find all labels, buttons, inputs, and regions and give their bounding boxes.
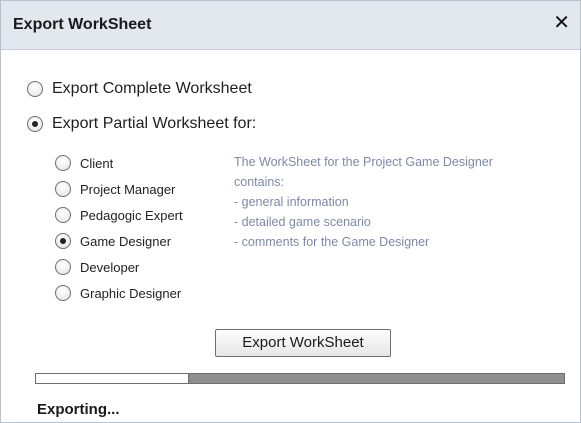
role-description: The WorkSheet for the Project Game Desig… — [234, 152, 574, 252]
export-complete-option[interactable]: Export Complete Worksheet — [27, 80, 252, 98]
role-radio-client[interactable] — [55, 155, 71, 171]
role-radio-project-manager[interactable] — [55, 181, 71, 197]
description-line: The WorkSheet for the Project Game Desig… — [234, 155, 493, 169]
role-option-developer[interactable]: Developer — [55, 259, 139, 275]
export-progress-bar — [35, 373, 565, 384]
export-complete-radio[interactable] — [27, 81, 43, 97]
dialog-title-bar: Export WorkSheet ✕ — [1, 1, 580, 50]
export-partial-option[interactable]: Export Partial Worksheet for: — [27, 115, 256, 133]
role-option-pedagogic-expert[interactable]: Pedagogic Expert — [55, 207, 183, 223]
progress-fill — [36, 374, 190, 383]
export-worksheet-button[interactable]: Export WorkSheet — [215, 329, 391, 357]
role-label-client: Client — [80, 155, 114, 171]
description-item: - general information — [234, 195, 349, 209]
role-option-project-manager[interactable]: Project Manager — [55, 181, 175, 197]
close-icon[interactable]: ✕ — [553, 12, 570, 34]
status-text: Exporting... — [37, 401, 120, 418]
export-partial-radio[interactable] — [27, 116, 43, 132]
role-label-graphic-designer: Graphic Designer — [80, 285, 182, 301]
role-option-graphic-designer[interactable]: Graphic Designer — [55, 285, 181, 301]
role-label-game-designer: Game Designer — [80, 233, 172, 249]
description-line: contains: — [234, 175, 285, 189]
role-radio-developer[interactable] — [55, 259, 71, 275]
role-label-project-manager: Project Manager — [80, 181, 176, 197]
role-option-client[interactable]: Client — [55, 155, 113, 171]
role-radio-game-designer[interactable] — [55, 233, 71, 249]
export-partial-label: Export Partial Worksheet for: — [52, 115, 257, 132]
role-label-developer: Developer — [80, 259, 140, 275]
export-worksheet-dialog: Export WorkSheet ✕ Export Complete Works… — [0, 0, 581, 423]
role-label-pedagogic-expert: Pedagogic Expert — [80, 207, 183, 223]
description-item: - detailed game scenario — [234, 215, 371, 229]
export-complete-label: Export Complete Worksheet — [52, 80, 252, 97]
role-radio-pedagogic-expert[interactable] — [55, 207, 71, 223]
dialog-title: Export WorkSheet — [13, 16, 152, 33]
role-option-game-designer[interactable]: Game Designer — [55, 233, 171, 249]
role-radio-graphic-designer[interactable] — [55, 285, 71, 301]
description-item: - comments for the Game Designer — [234, 235, 430, 249]
